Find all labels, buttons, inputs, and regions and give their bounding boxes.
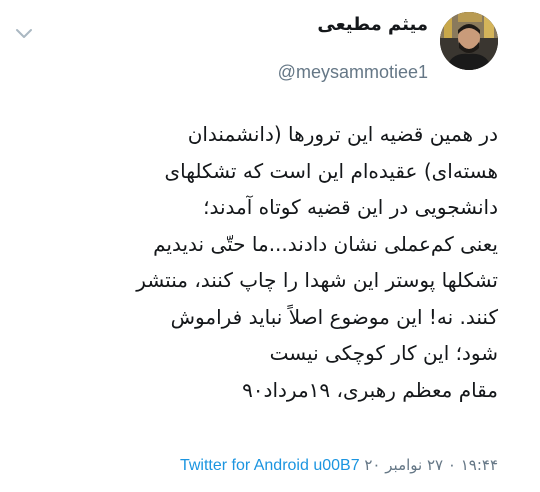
tweet-source-link[interactable]: Twitter for Android u00B7 <box>180 457 360 474</box>
tweet-line: دانشجویی در این قضیه کوتاه آمدند؛ <box>203 195 498 219</box>
author-name[interactable]: میثم مطیعی <box>317 14 428 35</box>
author-handle[interactable]: @meysammotiee1 <box>278 62 428 83</box>
tweet-meta: ۱۹:۴۴ ۰ ۲۷ نوامبر ۲۰ Twitter for Android… <box>180 456 498 475</box>
tweet-line: در همین قضیه این ترورها (دانشمندان <box>187 122 498 146</box>
tweet-line: هسته‌ای) عقیده‌ام این است که تشکلهای <box>164 158 498 183</box>
tweet-line: کنند. نه! این موضوع اصلاً نباید فراموش <box>170 304 498 329</box>
tweet-timestamp[interactable]: ۱۹:۴۴ ۰ ۲۷ نوامبر ۲۰ <box>364 456 498 474</box>
chevron-down-icon[interactable] <box>14 26 34 40</box>
tweet-line: شود؛ این کار کوچکی نیست <box>269 341 498 365</box>
tweet-line: تشکلها پوستر این شهدا را چاپ کنند، منتشر <box>136 268 498 292</box>
tweet-text: در همین قضیه این ترورها (دانشمندان هسته‌… <box>28 116 498 408</box>
tweet-card: میثم مطیعی @meysammotiee1 در همین قضیه ا… <box>0 0 540 492</box>
tweet-line: مقام معظم رهبری، ۱۹مرداد۹۰ <box>242 377 498 402</box>
tweet-line: یعنی کم‌عملی نشان دادند...ما حتّی ندیدیم <box>153 231 498 256</box>
avatar[interactable] <box>440 12 498 70</box>
